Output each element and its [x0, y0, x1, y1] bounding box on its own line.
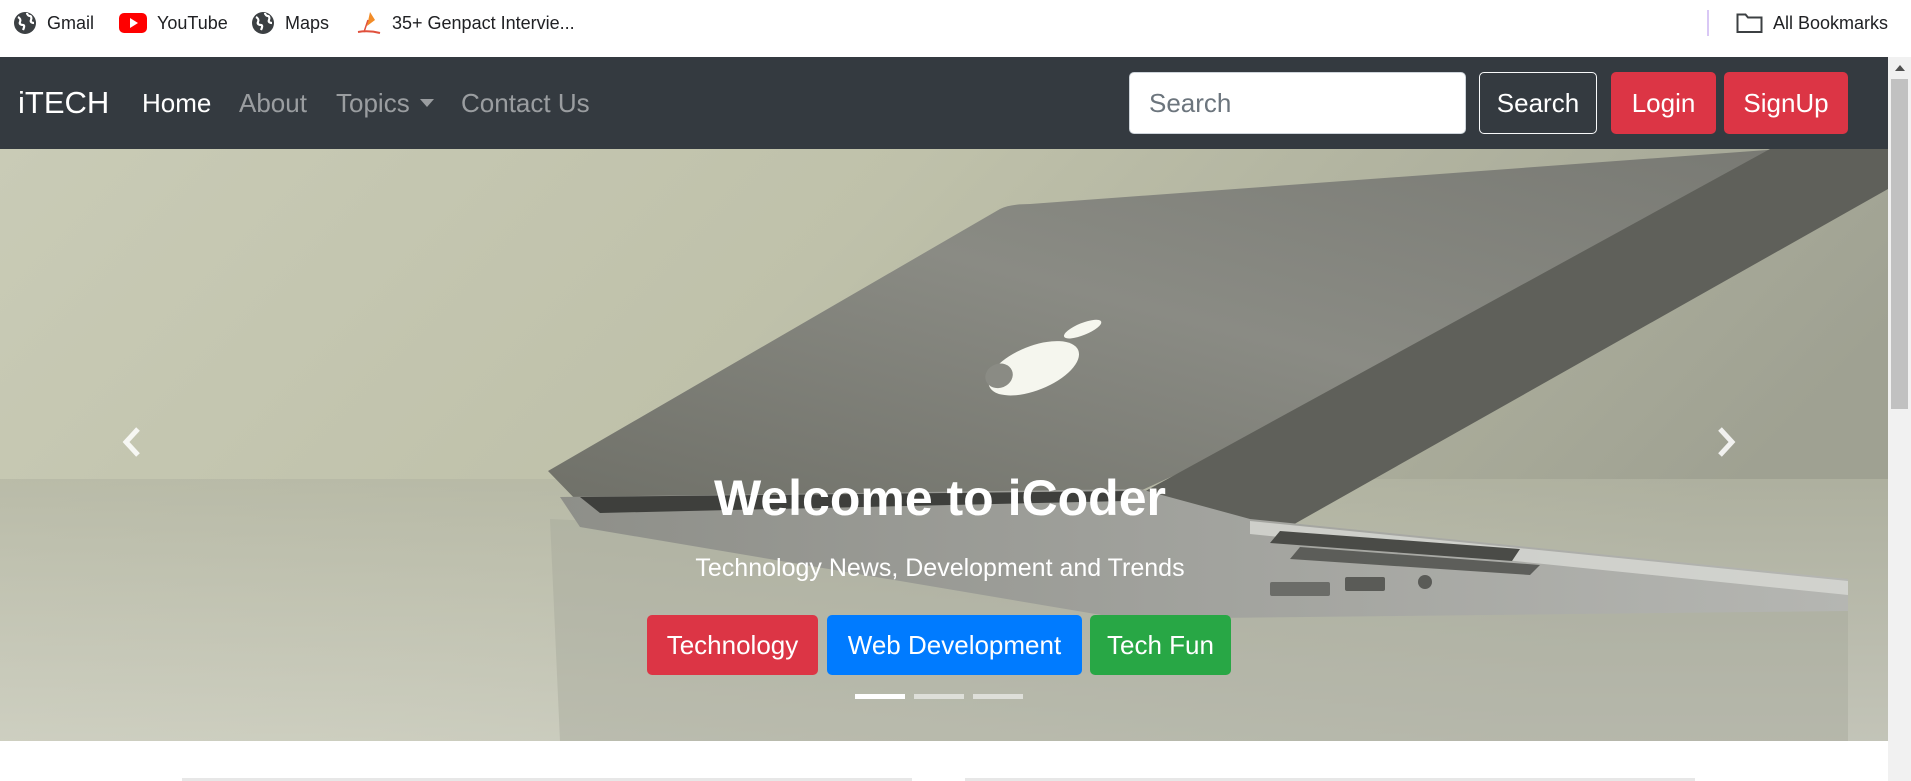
scrollbar-thumb[interactable]: [1891, 79, 1908, 409]
chevron-right-icon: [1714, 425, 1738, 464]
scroll-up-arrow-icon[interactable]: [1888, 57, 1911, 79]
chevron-left-icon: [120, 425, 144, 464]
carousel-next-button[interactable]: [1696, 419, 1756, 469]
brand-logo[interactable]: iTECH: [18, 85, 109, 121]
nav-link-contact[interactable]: Contact Us: [461, 88, 590, 119]
hero-carousel: Welcome to iCoder Technology News, Devel…: [0, 149, 1888, 741]
bookmark-gmail[interactable]: Gmail: [13, 0, 94, 46]
all-bookmarks-button[interactable]: All Bookmarks: [1736, 0, 1888, 46]
globe-icon: [13, 11, 37, 35]
globe-icon: [251, 11, 275, 35]
bookmark-genpact[interactable]: 35+ Genpact Intervie...: [356, 0, 575, 46]
hero-title: Welcome to iCoder: [714, 470, 1166, 526]
bookmarks-divider: [1707, 10, 1709, 36]
bookmark-label: Maps: [285, 12, 330, 33]
genpact-icon: [356, 10, 382, 36]
nav-link-topics-label: Topics: [336, 87, 410, 118]
carousel-indicator-1[interactable]: [855, 694, 905, 699]
search-button[interactable]: Search: [1479, 72, 1597, 134]
chevron-down-icon: [419, 98, 434, 107]
youtube-icon: [119, 12, 147, 34]
signup-button[interactable]: SignUp: [1724, 72, 1848, 134]
bookmark-maps[interactable]: Maps: [251, 0, 329, 46]
navbar: iTECH Home About Topics Contact Us Searc…: [0, 57, 1888, 149]
bookmark-label: 35+ Genpact Intervie...: [392, 12, 575, 33]
technology-button[interactable]: Technology: [647, 615, 818, 675]
nav-link-home[interactable]: Home: [142, 88, 211, 119]
bookmark-label: YouTube: [157, 12, 228, 33]
web-development-button[interactable]: Web Development: [827, 615, 1082, 675]
carousel-indicator-3[interactable]: [973, 694, 1023, 699]
carousel-indicator-2[interactable]: [914, 694, 964, 699]
nav-dropdown-topics[interactable]: Topics: [336, 88, 434, 119]
login-button[interactable]: Login: [1611, 72, 1716, 134]
carousel-prev-button[interactable]: [102, 419, 162, 469]
bookmark-label: Gmail: [47, 12, 95, 33]
hero-subtitle: Technology News, Development and Trends: [695, 554, 1185, 582]
search-input[interactable]: [1129, 72, 1466, 134]
bookmark-youtube[interactable]: YouTube: [119, 0, 228, 46]
tech-fun-button[interactable]: Tech Fun: [1090, 615, 1231, 675]
nav-link-about[interactable]: About: [239, 88, 307, 119]
all-bookmarks-label: All Bookmarks: [1773, 12, 1889, 33]
folder-icon: [1736, 12, 1763, 34]
content-area: [0, 741, 1888, 781]
page-scrollbar[interactable]: [1888, 57, 1911, 781]
bookmarks-bar: Gmail YouTube Maps 35+ Genpact Intervie.…: [0, 0, 1911, 57]
